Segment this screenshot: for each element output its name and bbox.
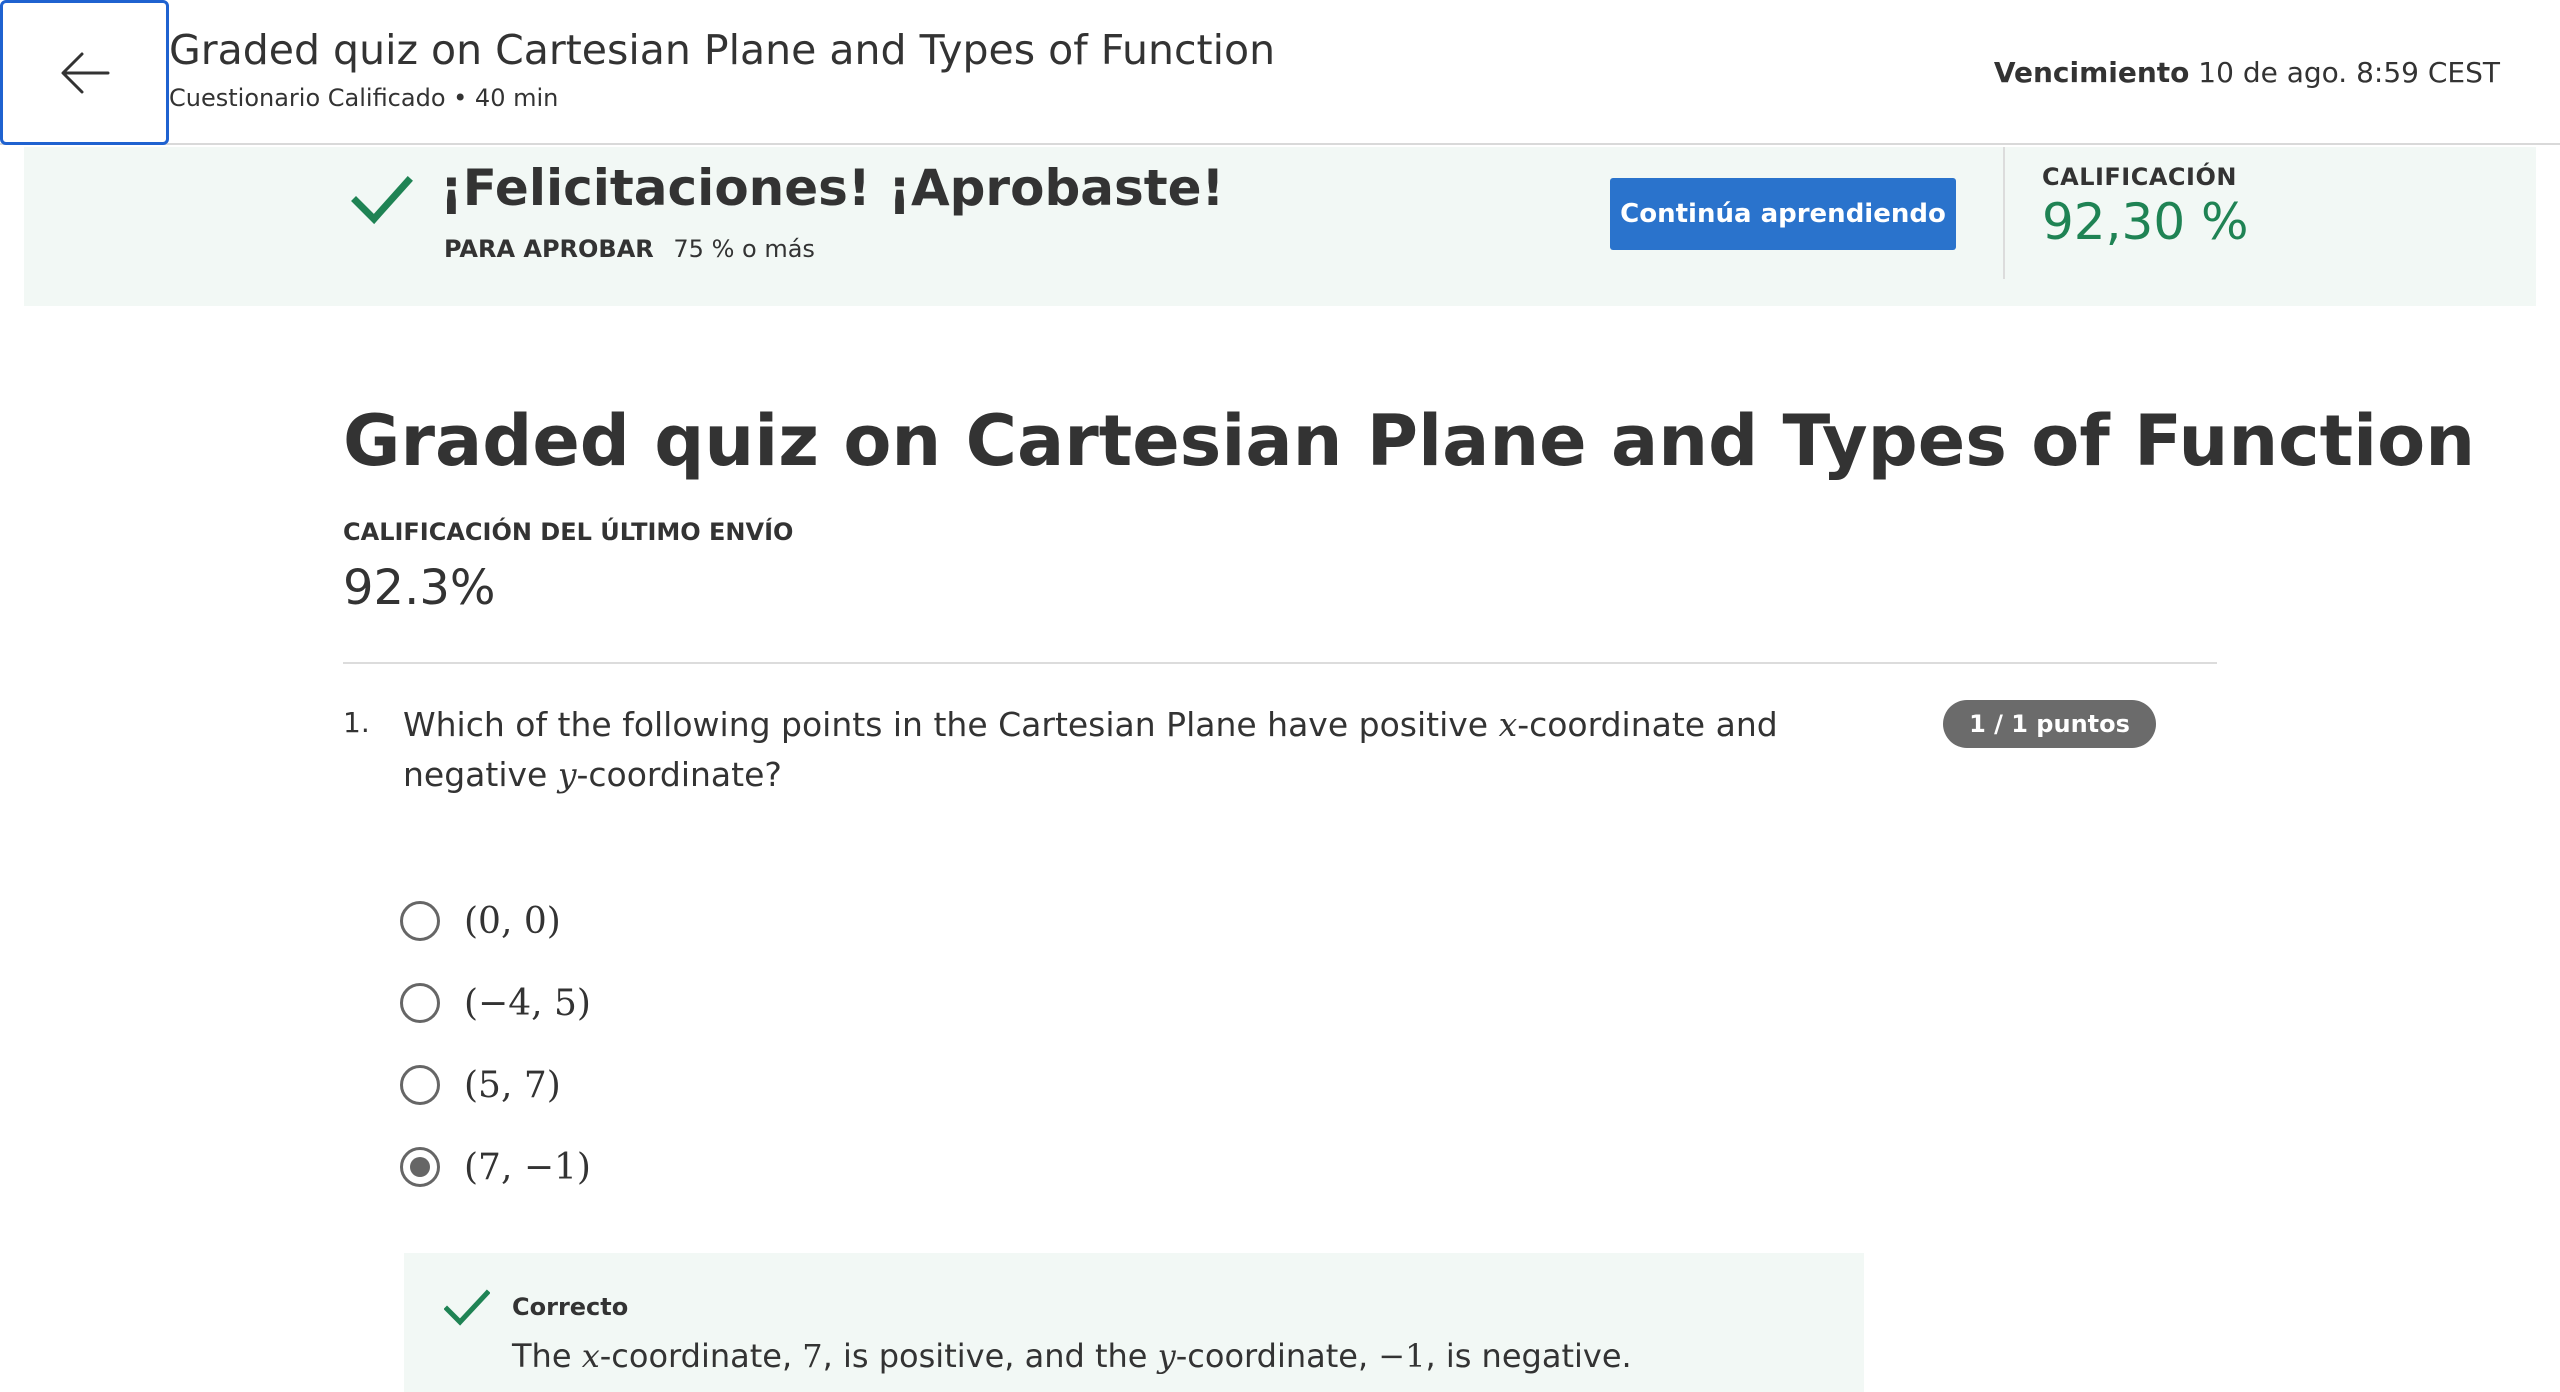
feedback-title: Correcto xyxy=(512,1293,629,1321)
option-label: (−4, 5) xyxy=(464,982,591,1024)
last-grade-value: 92.3% xyxy=(343,560,496,616)
number-value: 7 xyxy=(802,1337,823,1375)
option-item[interactable]: (7, −1) xyxy=(400,1142,591,1192)
feedback-box: Correcto The x-coordinate, 7, is positiv… xyxy=(404,1253,1864,1392)
number-value: −1 xyxy=(1378,1337,1426,1375)
feedback-text-part: The xyxy=(512,1337,582,1375)
question-number: 1. xyxy=(343,706,370,739)
arrow-left-icon xyxy=(61,52,109,93)
pass-title: ¡Felicitaciones! ¡Aprobaste! xyxy=(440,159,1225,217)
last-grade-label: CALIFICACIÓN DEL ÚLTIMO ENVÍO xyxy=(343,518,794,546)
var-x: x xyxy=(1498,705,1518,744)
question-text-part: Which of the following points in the Car… xyxy=(403,705,1499,744)
option-label: (7, −1) xyxy=(464,1146,591,1188)
radio-button[interactable] xyxy=(400,901,440,941)
continue-learning-button[interactable]: Continúa aprendiendo xyxy=(1610,178,1956,250)
option-item[interactable]: (5, 7) xyxy=(400,1060,561,1110)
due-date: Vencimiento 10 de ago. 8:59 CEST xyxy=(1994,56,2500,89)
pass-label: PARA APROBAR xyxy=(444,235,654,263)
back-button[interactable] xyxy=(0,0,169,145)
feedback-text-part: , is negative. xyxy=(1425,1337,1632,1375)
radio-button[interactable] xyxy=(400,983,440,1023)
feedback-text-part: -coordinate, xyxy=(1175,1337,1379,1375)
question-text: Which of the following points in the Car… xyxy=(403,700,1843,800)
pass-banner: ¡Felicitaciones! ¡Aprobaste! PARA APROBA… xyxy=(24,147,2536,306)
grade-value: 92,30 % xyxy=(2042,193,2249,251)
top-header: Graded quiz on Cartesian Plane and Types… xyxy=(0,0,2560,145)
feedback-text-part: , is positive, and the xyxy=(822,1337,1158,1375)
points-badge: 1 / 1 puntos xyxy=(1943,700,2156,748)
due-label: Vencimiento xyxy=(1993,56,2190,89)
due-value: 10 de ago. 8:59 CEST xyxy=(2198,56,2500,89)
check-icon xyxy=(351,176,413,225)
check-icon xyxy=(444,1289,490,1326)
option-label: (5, 7) xyxy=(464,1064,561,1106)
radio-button[interactable] xyxy=(400,1065,440,1105)
radio-button-selected[interactable] xyxy=(400,1147,440,1187)
feedback-text: The x-coordinate, 7, is positive, and th… xyxy=(512,1337,1632,1375)
var-y: y xyxy=(557,755,577,794)
var-y: y xyxy=(1157,1337,1176,1375)
option-label: (0, 0) xyxy=(464,900,561,942)
feedback-text-part: -coordinate, xyxy=(599,1337,803,1375)
option-item[interactable]: (0, 0) xyxy=(400,896,561,946)
var-x: x xyxy=(581,1337,600,1375)
grade-label: CALIFICACIÓN xyxy=(2042,163,2237,191)
header-title: Graded quiz on Cartesian Plane and Types… xyxy=(169,26,1276,74)
pass-requirement: PARA APROBAR 75 % o más xyxy=(444,235,815,263)
header-subtitle: Cuestionario Calificado • 40 min xyxy=(169,84,559,112)
question-text-part: -coordinate? xyxy=(576,755,782,794)
pass-value: 75 % o más xyxy=(673,235,815,263)
option-item[interactable]: (−4, 5) xyxy=(400,978,591,1028)
page-title: Graded quiz on Cartesian Plane and Types… xyxy=(343,400,2476,482)
divider xyxy=(343,662,2217,664)
banner-divider xyxy=(2003,147,2005,279)
